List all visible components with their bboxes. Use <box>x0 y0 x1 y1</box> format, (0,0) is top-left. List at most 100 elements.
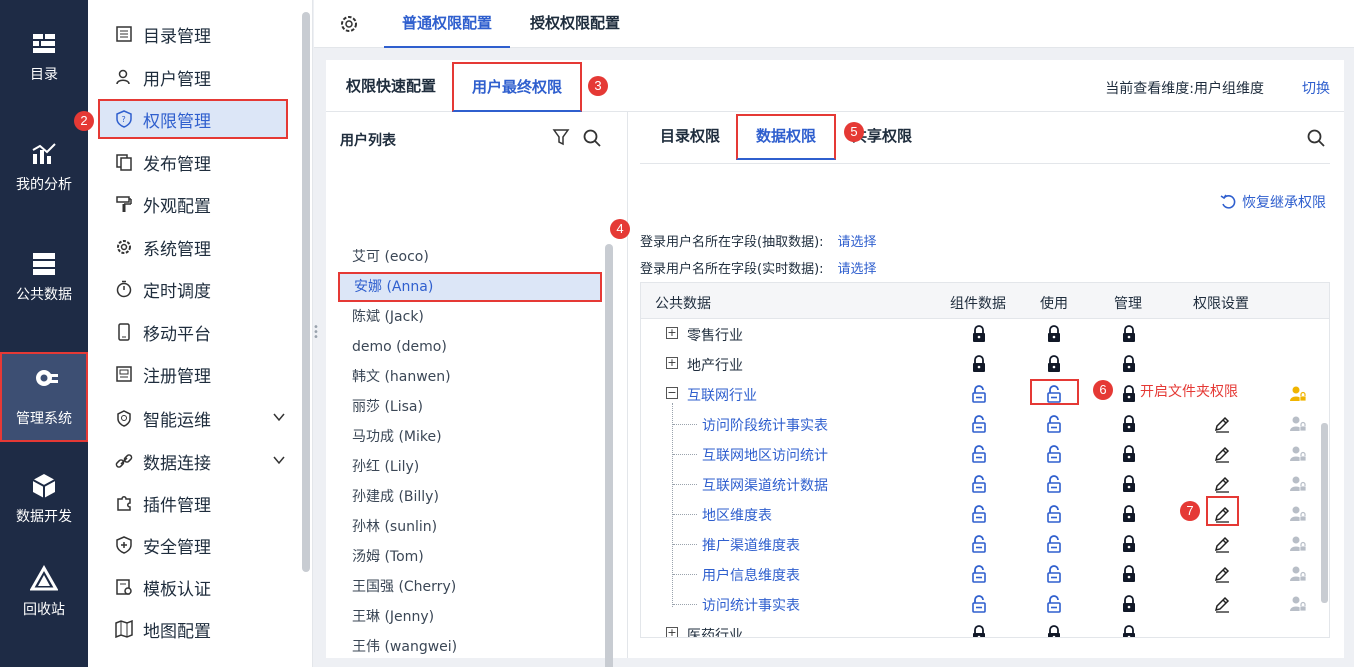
edit-icon[interactable] <box>1213 475 1231 493</box>
menu-item-catalog-manage[interactable]: 目录管理 <box>100 14 292 54</box>
menu-item-schedule[interactable]: 定时调度 <box>100 269 292 309</box>
table-row[interactable]: 用户信息维度表 <box>641 559 1317 589</box>
menu-item-appearance[interactable]: 外观配置 <box>100 184 292 224</box>
menu-item-publish-manage[interactable]: 发布管理 <box>100 142 292 182</box>
permission-setting-cell[interactable] <box>1213 535 1231 553</box>
table-row[interactable]: 访问阶段统计事实表 <box>641 409 1317 439</box>
lock-icon[interactable] <box>1121 325 1137 343</box>
use-cell[interactable] <box>1046 325 1062 343</box>
nav-item-public-data[interactable]: 公共数据 <box>0 230 88 320</box>
menu-scrollbar[interactable] <box>302 12 310 572</box>
manage-cell[interactable] <box>1121 325 1137 343</box>
lock-icon[interactable] <box>971 355 987 373</box>
use-cell[interactable] <box>1046 445 1062 463</box>
lock-icon[interactable] <box>1121 355 1137 373</box>
lock-icon[interactable] <box>1046 625 1062 638</box>
component-data-cell[interactable] <box>971 325 987 343</box>
table-row[interactable]: 访问统计事实表 <box>641 589 1317 619</box>
unlock-icon[interactable] <box>1046 475 1062 493</box>
permission-setting-cell[interactable] <box>1213 475 1231 493</box>
user-permission-icon[interactable] <box>1289 445 1307 463</box>
user-list-item[interactable]: 孙林 (sunlin) <box>338 512 602 542</box>
lock-icon[interactable] <box>1121 625 1137 638</box>
unlock-icon[interactable] <box>971 565 987 583</box>
unlock-icon[interactable] <box>971 415 987 433</box>
edit-icon[interactable] <box>1213 535 1231 553</box>
unlock-icon[interactable] <box>1046 565 1062 583</box>
user-permission-icon[interactable] <box>1289 505 1307 523</box>
unlock-icon[interactable] <box>971 475 987 493</box>
table-row[interactable]: + 地产行业 <box>641 349 1317 379</box>
table-row[interactable]: + 零售行业 <box>641 319 1317 349</box>
edit-icon[interactable] <box>1213 565 1231 583</box>
user-permission-icon[interactable] <box>1289 475 1307 493</box>
edit-icon[interactable] <box>1213 445 1231 463</box>
nav-item-recycle-bin[interactable]: 回收站 <box>0 545 88 635</box>
table-scrollbar[interactable] <box>1321 423 1328 603</box>
unlock-icon[interactable] <box>1046 505 1062 523</box>
realtime-field-select[interactable]: 请选择 <box>838 262 877 277</box>
user-list-item[interactable]: 丽莎 (Lisa) <box>338 392 602 422</box>
expand-icon[interactable]: + <box>666 327 678 339</box>
lock-icon[interactable] <box>971 325 987 343</box>
lock-icon[interactable] <box>1121 445 1137 463</box>
user-permission-icon[interactable] <box>1289 385 1307 403</box>
component-data-cell[interactable] <box>971 535 987 553</box>
lock-icon[interactable] <box>1121 385 1137 403</box>
expand-icon[interactable]: + <box>666 627 678 637</box>
menu-item-map-config[interactable]: 地图配置 <box>100 609 292 649</box>
lock-icon[interactable] <box>1121 595 1137 613</box>
table-row[interactable]: + 医药行业 <box>641 619 1317 638</box>
manage-cell[interactable] <box>1121 445 1137 463</box>
unlock-icon[interactable] <box>971 595 987 613</box>
tab-grant-permission[interactable]: 授权权限配置 <box>530 0 620 48</box>
switch-link[interactable]: 切换 <box>1302 78 1330 98</box>
user-permission-cell[interactable] <box>1289 565 1307 583</box>
lock-icon[interactable] <box>1046 355 1062 373</box>
user-permission-cell[interactable] <box>1289 445 1307 463</box>
unlock-icon[interactable] <box>1046 535 1062 553</box>
use-cell[interactable] <box>1046 625 1062 638</box>
table-row[interactable]: 推广渠道维度表 <box>641 529 1317 559</box>
restore-inherit-button[interactable]: 恢复继承权限 <box>1220 192 1326 212</box>
menu-item-mobile[interactable]: 移动平台 <box>100 312 292 352</box>
use-cell[interactable] <box>1046 505 1062 523</box>
use-cell[interactable] <box>1046 535 1062 553</box>
unlock-icon[interactable] <box>971 535 987 553</box>
component-data-cell[interactable] <box>971 415 987 433</box>
lock-icon[interactable] <box>1046 325 1062 343</box>
expand-icon[interactable]: + <box>666 357 678 369</box>
nav-item-data-dev[interactable]: 数据开发 <box>0 452 88 542</box>
user-list-item[interactable]: 王琳 (Jenny) <box>338 602 602 632</box>
tab-final-permission[interactable]: 用户最终权限 <box>452 62 583 112</box>
user-permission-cell[interactable] <box>1289 475 1307 493</box>
permission-setting-cell[interactable] <box>1213 415 1231 433</box>
user-permission-cell[interactable] <box>1289 535 1307 553</box>
lock-icon[interactable] <box>1121 505 1137 523</box>
user-permission-cell[interactable] <box>1289 595 1307 613</box>
lock-icon[interactable] <box>1121 535 1137 553</box>
user-list-item[interactable]: 安娜 (Anna) <box>338 272 602 302</box>
menu-item-system-manage[interactable]: 系统管理 <box>100 227 292 267</box>
manage-cell[interactable] <box>1121 595 1137 613</box>
manage-cell[interactable] <box>1121 535 1137 553</box>
menu-item-permission-manage[interactable]: ? 权限管理 <box>98 99 288 139</box>
lock-icon[interactable] <box>1121 415 1137 433</box>
user-permission-cell[interactable] <box>1289 385 1307 403</box>
user-permission-cell[interactable] <box>1289 415 1307 433</box>
user-list-item[interactable]: 韩文 (hanwen) <box>338 362 602 392</box>
splitter-handle[interactable]: • • • <box>313 323 319 345</box>
chevron-down-icon[interactable] <box>272 410 286 424</box>
lock-icon[interactable] <box>971 625 987 638</box>
user-permission-icon[interactable] <box>1289 415 1307 433</box>
menu-item-plugin[interactable]: 插件管理 <box>100 483 292 523</box>
edit-icon[interactable] <box>1213 415 1231 433</box>
user-list-item[interactable]: 艾可 (eoco) <box>338 242 602 272</box>
user-list-item[interactable]: 王国强 (Cherry) <box>338 572 602 602</box>
menu-item-register[interactable]: 注册管理 <box>100 354 292 394</box>
component-data-cell[interactable] <box>971 625 987 638</box>
manage-cell[interactable] <box>1121 505 1137 523</box>
unlock-icon[interactable] <box>971 505 987 523</box>
search-icon[interactable] <box>1306 128 1326 148</box>
unlock-icon[interactable] <box>971 385 987 403</box>
